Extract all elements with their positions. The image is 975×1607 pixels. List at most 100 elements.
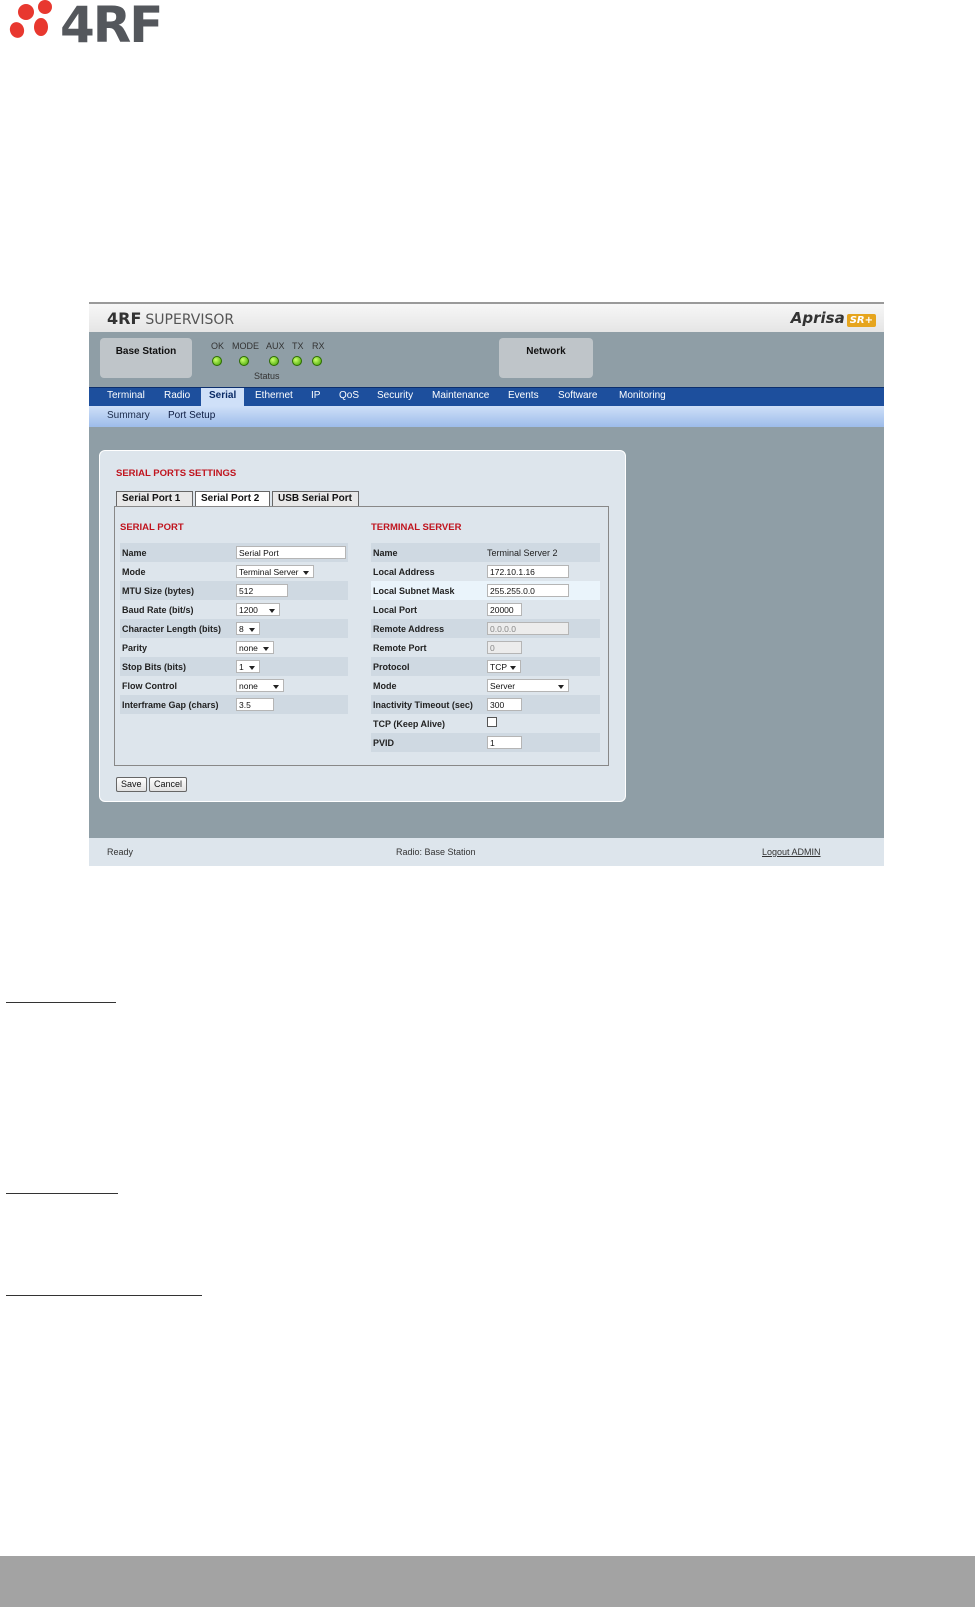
- network-box[interactable]: Network: [499, 338, 593, 378]
- row-ts-mode: Mode Server: [371, 676, 600, 695]
- tab-serial[interactable]: Serial: [201, 388, 245, 406]
- serial-port-title: SERIAL PORT: [120, 522, 184, 533]
- main-tab-bar: Terminal Radio Serial Ethernet IP QoS Se…: [89, 387, 884, 406]
- label-local-port: Local Port: [373, 605, 418, 615]
- row-protocol: Protocol TCP: [371, 657, 600, 676]
- stop-bits-select[interactable]: 1: [236, 660, 260, 673]
- save-button[interactable]: Save: [116, 777, 147, 792]
- remote-port-input[interactable]: 0: [487, 641, 522, 654]
- product-name: Aprisa: [790, 309, 845, 327]
- row-baud-rate: Baud Rate (bit/s) 1200: [120, 600, 348, 619]
- serial-mode-select[interactable]: Terminal Server: [236, 565, 314, 578]
- panel-title: SERIAL PORTS SETTINGS: [116, 468, 237, 479]
- label-character-length: Character Length (bits): [122, 624, 222, 634]
- led-ok-icon: [212, 356, 222, 366]
- logout-link[interactable]: Logout ADMIN: [762, 847, 821, 857]
- tab-qos[interactable]: QoS: [339, 390, 359, 401]
- row-local-port: Local Port 20000: [371, 600, 600, 619]
- heading-underline: [6, 1193, 118, 1194]
- label-baud-rate: Baud Rate (bit/s): [122, 605, 194, 615]
- row-pvid: PVID 1: [371, 733, 600, 752]
- subtab-summary[interactable]: Summary: [107, 410, 150, 421]
- row-remote-address: Remote Address 0.0.0.0: [371, 619, 600, 638]
- tab-radio[interactable]: Radio: [164, 390, 190, 401]
- tab-software[interactable]: Software: [558, 390, 597, 401]
- tab-security[interactable]: Security: [377, 390, 413, 401]
- brand-mark: 4RF: [107, 309, 142, 328]
- network-label: Network: [526, 346, 566, 357]
- led-label-ok: OK: [211, 341, 225, 351]
- led-label-rx: RX: [312, 341, 325, 351]
- subtab-port-setup[interactable]: Port Setup: [168, 410, 215, 421]
- logo-dot: [18, 4, 34, 20]
- mtu-size-input[interactable]: 512: [236, 584, 288, 597]
- led-label-aux: AUX: [266, 341, 285, 351]
- row-inactivity-timeout: Inactivity Timeout (sec) 300: [371, 695, 600, 714]
- logo-dot: [38, 0, 52, 14]
- row-remote-port: Remote Port 0: [371, 638, 600, 657]
- label-mode: Mode: [122, 567, 146, 577]
- heading-underline: [6, 1002, 116, 1003]
- tab-serial-port-2[interactable]: Serial Port 2: [195, 491, 270, 507]
- label-local-subnet-mask: Local Subnet Mask: [373, 586, 455, 596]
- row-mtu-size: MTU Size (bytes) 512: [120, 581, 348, 600]
- remote-address-input[interactable]: 0.0.0.0: [487, 622, 569, 635]
- serial-ports-settings-panel: SERIAL PORTS SETTINGS Serial Port 1 Seri…: [99, 450, 626, 802]
- row-stop-bits: Stop Bits (bits) 1: [120, 657, 348, 676]
- led-rx-icon: [312, 356, 322, 366]
- label-mtu-size: MTU Size (bytes): [122, 586, 195, 596]
- heading-underline: [6, 1295, 202, 1296]
- label-flow-control: Flow Control: [122, 681, 177, 691]
- label-stop-bits: Stop Bits (bits): [122, 662, 186, 672]
- port-settings-body: SERIAL PORT TERMINAL SERVER Name Serial …: [114, 506, 609, 766]
- status-bar: Ready Radio: Base Station Logout ADMIN: [89, 838, 884, 866]
- label-interframe-gap: Interframe Gap (chars): [122, 700, 219, 710]
- label-ts-mode: Mode: [373, 681, 397, 691]
- base-station-box[interactable]: Base Station: [100, 338, 192, 378]
- tab-events[interactable]: Events: [508, 390, 539, 401]
- pvid-input[interactable]: 1: [487, 736, 522, 749]
- row-flow-control: Flow Control none: [120, 676, 348, 695]
- label-remote-address: Remote Address: [373, 624, 445, 634]
- radio-text: Radio: Base Station: [396, 847, 476, 857]
- row-local-address: Local Address 172.10.1.16: [371, 562, 600, 581]
- row-name: Name Serial Port: [120, 543, 348, 562]
- label-name: Name: [122, 548, 147, 558]
- serial-name-input[interactable]: Serial Port: [236, 546, 346, 559]
- led-tx-icon: [292, 356, 302, 366]
- tab-terminal[interactable]: Terminal: [107, 390, 145, 401]
- label-pvid: PVID: [373, 738, 395, 748]
- parity-select[interactable]: none: [236, 641, 274, 654]
- local-subnet-mask-input[interactable]: 255.255.0.0: [487, 584, 569, 597]
- protocol-select[interactable]: TCP: [487, 660, 521, 673]
- terminal-server-title: TERMINAL SERVER: [371, 522, 462, 533]
- sub-tab-bar: Summary Port Setup: [89, 406, 884, 427]
- row-parity: Parity none: [120, 638, 348, 657]
- row-tcp-keep-alive: TCP (Keep Alive): [371, 714, 600, 733]
- led-label-mode: MODE: [232, 341, 259, 351]
- interframe-gap-input[interactable]: 3.5: [236, 698, 274, 711]
- baud-rate-select[interactable]: 1200: [236, 603, 280, 616]
- tab-serial-port-1[interactable]: Serial Port 1: [116, 491, 193, 506]
- logo-dot: [7, 20, 27, 40]
- local-port-input[interactable]: 20000: [487, 603, 522, 616]
- cancel-button[interactable]: Cancel: [149, 777, 188, 792]
- flow-control-select[interactable]: none: [236, 679, 284, 692]
- app-window: 4RF SUPERVISOR Aprisa SR+ Base Station Net…: [89, 302, 884, 866]
- tab-monitoring[interactable]: Monitoring: [619, 390, 666, 401]
- label-tcp-keep-alive: TCP (Keep Alive): [373, 719, 446, 729]
- row-character-length: Character Length (bits) 8: [120, 619, 348, 638]
- inactivity-timeout-input[interactable]: 300: [487, 698, 522, 711]
- tab-ip[interactable]: IP: [311, 390, 320, 401]
- company-logo: 4RF: [7, 0, 185, 54]
- tab-ethernet[interactable]: Ethernet: [255, 390, 293, 401]
- local-address-input[interactable]: 172.10.1.16: [487, 565, 569, 578]
- ts-mode-select[interactable]: Server: [487, 679, 569, 692]
- logo-dot: [34, 18, 48, 36]
- character-length-select[interactable]: 8: [236, 622, 260, 635]
- tab-maintenance[interactable]: Maintenance: [432, 390, 489, 401]
- tcp-keep-alive-checkbox[interactable]: [487, 717, 497, 727]
- label-local-address: Local Address: [373, 567, 435, 577]
- tab-usb-serial-port[interactable]: USB Serial Port: [272, 491, 359, 506]
- brand: 4RF SUPERVISOR: [107, 309, 234, 328]
